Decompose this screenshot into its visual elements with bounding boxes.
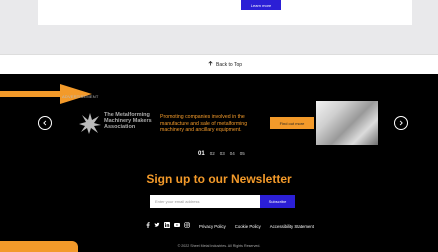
cookie-policy-link[interactable]: Cookie Policy	[235, 224, 261, 229]
association-logo-icon	[79, 113, 101, 134]
subscribe-button[interactable]: Subscribe	[260, 195, 295, 208]
page-link-04[interactable]: 04	[230, 151, 235, 156]
advertisement-label: ADVERTISEMENT	[62, 94, 99, 99]
youtube-icon[interactable]	[174, 222, 180, 230]
email-input[interactable]	[150, 195, 260, 208]
orange-corner-shape	[0, 241, 78, 252]
linkedin-icon[interactable]	[164, 222, 170, 230]
back-to-top-label: Back to Top	[216, 61, 243, 68]
page-link-01[interactable]: 01	[198, 151, 205, 157]
chevron-left-icon	[43, 120, 47, 126]
privacy-policy-link[interactable]: Privacy Policy	[199, 224, 226, 229]
carousel-pagination: 01 02 03 04 05	[198, 151, 245, 157]
instagram-icon[interactable]	[184, 222, 190, 230]
newsletter-title: Sign up to our Newsletter	[146, 172, 292, 186]
site-footer: ADVERTISEMENT The Metalforming Machinery…	[0, 74, 438, 252]
association-logo-text: The Metalforming Machinery Makers Associ…	[104, 112, 160, 130]
logo-line-3: Association	[104, 124, 136, 130]
back-to-top-link[interactable]: Back to Top	[208, 60, 243, 68]
accessibility-statement-link[interactable]: Accessibility Statement	[270, 224, 314, 229]
find-out-more-button[interactable]: Find out more	[270, 117, 314, 129]
arrow-up-icon	[208, 60, 213, 68]
twitter-icon[interactable]	[154, 222, 160, 230]
advertisement-text: Promoting companies involved in the manu…	[160, 114, 248, 133]
facebook-icon[interactable]	[146, 222, 150, 230]
back-to-top-bar: Back to Top	[0, 54, 438, 75]
top-content-card: Learn more	[38, 0, 412, 25]
carousel-next-button[interactable]	[394, 116, 408, 130]
page-link-05[interactable]: 05	[240, 151, 245, 156]
carousel-prev-button[interactable]	[38, 116, 52, 130]
learn-more-button[interactable]: Learn more	[241, 0, 281, 10]
page-link-02[interactable]: 02	[210, 151, 215, 156]
chevron-right-icon	[399, 120, 403, 126]
page-link-03[interactable]: 03	[220, 151, 225, 156]
footer-links-row: Privacy Policy Cookie Policy Accessibili…	[146, 222, 314, 230]
advertisement-image	[316, 101, 378, 145]
